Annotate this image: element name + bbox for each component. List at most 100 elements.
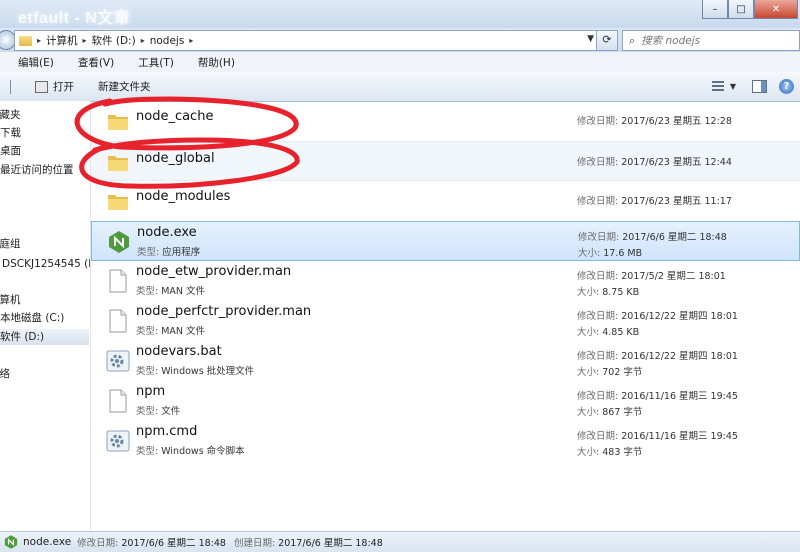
address-dropdown-icon[interactable]: ▼	[587, 34, 594, 44]
file-name: npm.cmd	[136, 424, 198, 439]
nav-recent-places[interactable]: 最近访问的位置	[0, 162, 74, 178]
nav-drive-d[interactable]: 软件 (D:)	[0, 329, 89, 345]
file-modified: 修改日期: 2017/6/23 星期五 11:17	[577, 196, 732, 207]
nav-homegroup-member[interactable]: DSCKJ1254545 (DS	[2, 256, 90, 272]
open-label: 打开	[53, 81, 74, 93]
status-created-label: 创建日期:	[233, 538, 276, 549]
open-button[interactable]: 打开	[29, 79, 80, 94]
file-name: npm	[136, 384, 166, 399]
nav-desktop[interactable]: 桌面	[0, 143, 21, 159]
window-title: etfault - N文章	[18, 10, 131, 27]
file-modified: 修改日期: 2016/12/22 星期四 18:01	[577, 351, 738, 362]
file-modified: 修改日期: 2016/12/22 星期四 18:01	[577, 311, 738, 322]
file-size: 大小: 702 字节	[577, 367, 643, 378]
node-app-icon	[109, 231, 129, 253]
status-file-name: node.exe	[23, 536, 72, 548]
status-modified-label: 修改日期:	[77, 538, 119, 549]
toolbar-divider	[0, 79, 11, 94]
file-type: 类型: MAN 文件	[136, 326, 206, 337]
nav-network[interactable]: 网络	[0, 366, 10, 382]
nav-drive-d-label: 软件 (D:)	[0, 331, 45, 343]
open-icon	[35, 80, 48, 93]
navigation-pane: 收藏夹 下载 桌面 最近访问的位置 库 家庭组 DSCKJ1254545 (DS…	[0, 101, 91, 531]
file-row-node-global[interactable]: node_global 修改日期: 2017/6/23 星期五 12:44	[91, 141, 800, 181]
file-type: 类型: Windows 批处理文件	[136, 366, 255, 377]
file-row-npm-cmd[interactable]: npm.cmd 类型: Windows 命令脚本 修改日期: 2016/11/1…	[91, 421, 800, 461]
search-box[interactable]: ⌕	[622, 30, 800, 51]
menu-edit[interactable]: 编辑(E)	[12, 55, 60, 70]
file-size: 大小: 483 字节	[577, 447, 643, 458]
nav-local-disk-c[interactable]: 本地磁盘 (C:)	[0, 310, 64, 326]
breadcrumb-computer[interactable]: 计算机	[43, 33, 81, 48]
file-type: 类型: Windows 命令脚本	[136, 446, 245, 457]
file-row-node-cache[interactable]: node_cache 修改日期: 2017/6/23 星期五 12:28	[91, 101, 800, 141]
chevron-right-icon: ▸	[82, 36, 87, 45]
maximize-button[interactable]: □	[728, 0, 754, 19]
file-name: node_global	[136, 151, 215, 166]
chevron-right-icon: ▸	[189, 36, 194, 45]
status-bar: node.exe 修改日期: 2017/6/6 星期二 18:48 创建日期: …	[0, 531, 800, 552]
folder-icon	[108, 195, 128, 210]
file-size: 大小: 8.75 KB	[577, 287, 640, 298]
address-row: ▸ 计算机 ▸ 软件 (D:) ▸ nodejs ▸ ▼ ⟳ ⌕	[0, 28, 800, 52]
minimize-button[interactable]: –	[702, 0, 728, 19]
file-name: nodevars.bat	[136, 344, 222, 359]
file-row-node-exe[interactable]: node.exe 类型: 应用程序 修改日期: 2017/6/6 星期二 18:…	[91, 221, 800, 261]
title-bar: etfault - N文章 – □ ✕	[0, 0, 800, 28]
nav-homegroup[interactable]: 家庭组	[0, 236, 21, 252]
file-type: 类型: 应用程序	[137, 247, 201, 258]
new-folder-button[interactable]: 新建文件夹	[92, 79, 157, 94]
file-list: node_cache 修改日期: 2017/6/23 星期五 12:28 nod…	[91, 101, 800, 531]
search-input[interactable]	[639, 33, 784, 48]
file-row-npm[interactable]: npm 类型: 文件 修改日期: 2016/11/16 星期三 19:45 大小…	[91, 381, 800, 421]
file-row-etw-provider[interactable]: node_etw_provider.man 类型: MAN 文件 修改日期: 2…	[91, 261, 800, 301]
nav-downloads[interactable]: 下载	[0, 125, 21, 141]
breadcrumb-nodejs[interactable]: nodejs	[147, 35, 188, 47]
file-modified: 修改日期: 2017/6/23 星期五 12:44	[577, 157, 732, 168]
file-modified: 修改日期: 2017/6/23 星期五 12:28	[577, 116, 732, 127]
node-app-icon	[4, 535, 18, 549]
status-created-value: 2017/6/6 星期二 18:48	[278, 538, 383, 549]
file-modified: 修改日期: 2016/11/16 星期三 19:45	[577, 391, 738, 402]
file-row-perfctr-provider[interactable]: node_perfctr_provider.man 类型: MAN 文件 修改日…	[91, 301, 800, 341]
file-name: node_cache	[136, 109, 214, 124]
file-size: 大小: 17.6 MB	[578, 248, 643, 259]
view-dropdown-icon[interactable]: ▼	[730, 82, 736, 91]
close-button[interactable]: ✕	[754, 0, 798, 19]
file-name: node_modules	[136, 189, 231, 204]
file-name: node.exe	[137, 225, 197, 240]
document-icon	[109, 309, 127, 333]
document-icon	[109, 389, 127, 413]
address-bar[interactable]: ▸ 计算机 ▸ 软件 (D:) ▸ nodejs ▸ ▼	[14, 30, 597, 51]
gear-script-icon	[106, 350, 130, 372]
menu-help[interactable]: 帮助(H)	[192, 55, 241, 70]
file-name: node_perfctr_provider.man	[136, 304, 312, 319]
menu-tools[interactable]: 工具(T)	[132, 55, 180, 70]
file-type: 类型: MAN 文件	[136, 286, 206, 297]
breadcrumb-drive-d[interactable]: 软件 (D:)	[89, 33, 139, 48]
document-icon	[109, 269, 127, 293]
folder-icon	[108, 115, 128, 130]
file-size: 大小: 4.85 KB	[577, 327, 640, 338]
menu-view[interactable]: 查看(V)	[72, 55, 120, 70]
file-size: 大小: 867 字节	[577, 407, 643, 418]
menu-bar: 编辑(E) 查看(V) 工具(T) 帮助(H)	[0, 52, 800, 73]
search-icon: ⌕	[629, 33, 636, 47]
nav-computer[interactable]: 计算机	[0, 292, 21, 308]
window-controls: – □ ✕	[702, 0, 798, 19]
status-modified-value: 2017/6/6 星期二 18:48	[121, 538, 226, 549]
chevron-right-icon: ▸	[37, 36, 42, 45]
help-icon[interactable]: ?	[779, 79, 794, 94]
view-options-icon[interactable]	[711, 81, 724, 92]
nav-favorites[interactable]: 收藏夹	[0, 107, 21, 123]
folder-icon	[19, 35, 32, 46]
refresh-button[interactable]: ⟳	[596, 30, 618, 51]
file-name: node_etw_provider.man	[136, 264, 292, 279]
file-modified: 修改日期: 2016/11/16 星期三 19:45	[577, 431, 738, 442]
file-modified: 修改日期: 2017/6/6 星期二 18:48	[578, 232, 727, 243]
folder-icon	[108, 156, 128, 171]
file-row-node-modules[interactable]: node_modules 修改日期: 2017/6/23 星期五 11:17	[91, 181, 800, 221]
file-row-nodevars-bat[interactable]: nodevars.bat 类型: Windows 批处理文件 修改日期: 201…	[91, 341, 800, 381]
file-type: 类型: 文件	[136, 406, 181, 417]
preview-pane-icon[interactable]	[752, 80, 767, 93]
